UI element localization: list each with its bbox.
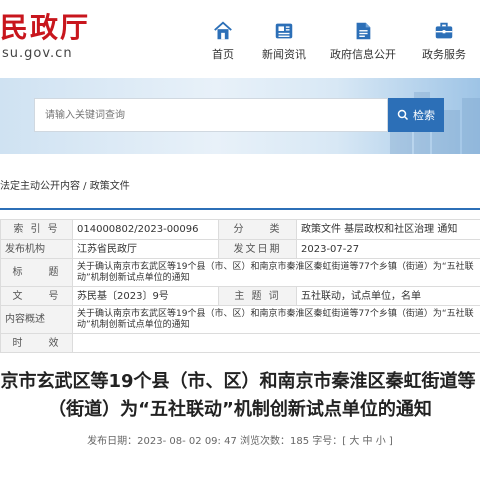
nav-info-disclosure-label: 政府信息公开: [330, 48, 396, 61]
font-size-large-button[interactable]: 大: [349, 436, 359, 447]
index-number-value: 014000802/2023-00096: [72, 219, 219, 240]
document-icon: [356, 22, 371, 40]
nav-info-disclosure[interactable]: 政府信息公开: [330, 20, 396, 64]
nav-home[interactable]: 首页: [212, 20, 234, 64]
subject-label: 主 题 词: [218, 286, 297, 306]
nav-news-label: 新闻资讯: [262, 48, 306, 61]
issuer-label: 发布机构: [0, 239, 73, 259]
banner-building-decoration: [462, 98, 480, 154]
document-info-table: 索 引 号 014000802/2023-00096 分 类 政策文件 基层政权…: [0, 219, 480, 353]
document-number-value: 苏民基〔2023〕9号: [72, 286, 219, 306]
article-meta-suffix: ]: [385, 436, 393, 447]
site-url: su.gov.cn: [2, 46, 73, 61]
document-number-label: 文 号: [0, 286, 73, 306]
article-meta-info: 发布日期：2023- 08- 02 09: 47 浏览次数：185 字号：[: [87, 436, 350, 447]
table-row: 发布机构 江苏省民政厅 发文日期 2023-07-27: [0, 239, 480, 259]
article-meta: 发布日期：2023- 08- 02 09: 47 浏览次数：185 字号：[ 大…: [0, 432, 480, 447]
subject-value: 五社联动，试点单位，名单: [296, 286, 480, 306]
issue-date-value: 2023-07-27: [296, 239, 480, 259]
table-row: 索 引 号 014000802/2023-00096 分 类 政策文件 基层政权…: [0, 219, 480, 240]
article-title: 南京市玄武区等19个县（市、区）和南京市秦淮区秦虹街道等 （街道）为“五社联动”…: [0, 368, 480, 424]
article-title-line-2: （街道）为“五社联动”机制创新试点单位的通知: [48, 399, 432, 420]
title-value: 关于确认南京市玄武区等19个县（市、区）和南京市秦淮区秦虹街道等77个乡镇（街道…: [72, 258, 480, 287]
validity-label: 时 效: [0, 333, 73, 353]
nav-home-label: 首页: [212, 48, 234, 61]
validity-value: [72, 333, 480, 353]
breadcrumb-divider: [0, 208, 480, 210]
summary-label: 内容概述: [0, 305, 73, 334]
category-label: 分 类: [218, 219, 297, 240]
title-label: 标 题: [0, 258, 73, 287]
home-icon: [214, 21, 232, 40]
issuer-value: 江苏省民政厅: [72, 239, 219, 259]
search-button[interactable]: 检索: [388, 98, 444, 132]
breadcrumb[interactable]: 法定主动公开内容 / 政策文件: [0, 177, 130, 192]
nav-news[interactable]: 新闻资讯: [262, 20, 306, 64]
table-row: 标 题 关于确认南京市玄武区等19个县（市、区）和南京市秦淮区秦虹街道等77个乡…: [0, 258, 480, 287]
search-input[interactable]: [35, 99, 385, 131]
search-box: [34, 98, 388, 132]
issue-date-label: 发文日期: [218, 239, 297, 259]
font-size-small-button[interactable]: 小: [376, 436, 386, 447]
search-icon: [397, 109, 409, 121]
table-row: 时 效: [0, 333, 480, 353]
search-banner: 检索: [0, 78, 480, 154]
briefcase-icon: [435, 22, 453, 39]
table-row: 内容概述 关于确认南京市玄武区等19个县（市、区）和南京市秦淮区秦虹街道等77个…: [0, 305, 480, 334]
table-row: 文 号 苏民基〔2023〕9号 主 题 词 五社联动，试点单位，名单: [0, 286, 480, 306]
font-size-medium-button[interactable]: 中: [363, 436, 373, 447]
index-number-label: 索 引 号: [0, 219, 73, 240]
nav-services[interactable]: 政务服务: [422, 20, 466, 64]
article-title-line-1: 南京市玄武区等19个县（市、区）和南京市秦淮区秦虹街道等: [0, 371, 476, 392]
summary-value: 关于确认南京市玄武区等19个县（市、区）和南京市秦淮区秦虹街道等77个乡镇（街道…: [72, 305, 480, 334]
news-icon: [275, 23, 293, 39]
site-title[interactable]: 民政厅: [0, 6, 90, 46]
category-value: 政策文件 基层政权和社区治理 通知: [296, 219, 480, 240]
nav-services-label: 政务服务: [422, 48, 466, 61]
search-button-label: 检索: [413, 109, 435, 122]
site-header: 民政厅 su.gov.cn 首页 新闻资讯 政府信息公开 政务服务: [0, 0, 480, 75]
